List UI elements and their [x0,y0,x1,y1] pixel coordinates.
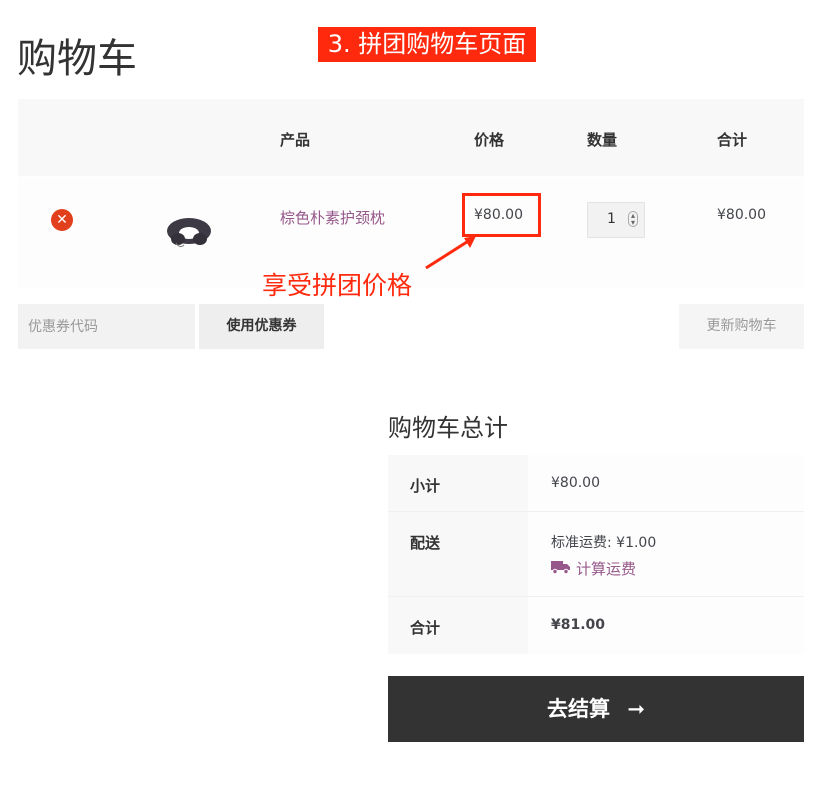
calculate-shipping-link[interactable]: 计算运费 [576,558,636,579]
product-name-link[interactable]: 棕色朴素护颈枕 [280,207,385,228]
shipping-value: 标准运费: ¥1.00 [551,535,657,551]
checkout-button[interactable]: 去结算 ➞ [388,676,804,742]
coupon-code-input[interactable] [18,304,195,349]
subtotal-value: ¥80.00 [551,475,600,491]
update-cart-button[interactable]: 更新购物车 [679,304,804,349]
checkout-label: 去结算 [547,697,611,721]
spinner-icon[interactable]: ▴ ▾ [628,211,638,227]
arrow-right-icon: ➞ [627,697,645,721]
price-highlight-box [462,193,541,237]
truck-icon [551,561,570,574]
header-total: 合计 [717,131,748,149]
header-quantity: 数量 [587,131,618,149]
header-price: 价格 [474,131,505,149]
total-label: 合计 [410,619,441,637]
divider [388,596,804,597]
cart-totals-title: 购物车总计 [388,414,508,442]
product-thumbnail[interactable] [162,205,217,255]
shipping-label: 配送 [410,534,441,552]
totals-label-column [388,455,528,654]
quantity-value[interactable]: 1 [607,211,616,227]
header-product: 产品 [280,131,311,149]
annotation-arrow-icon [425,236,476,270]
row-subtotal: ¥80.00 [717,207,766,223]
remove-item-icon[interactable]: ✕ [51,209,73,231]
annotation-banner: 3. 拼团购物车页面 [318,27,536,62]
page-title: 购物车 [17,36,137,82]
annotation-text: 享受拼团价格 [262,271,413,300]
divider [388,511,804,512]
apply-coupon-button[interactable]: 使用优惠券 [199,304,324,349]
cart-table-header [18,99,804,176]
total-value: ¥81.00 [551,617,606,633]
subtotal-label: 小计 [410,477,441,495]
